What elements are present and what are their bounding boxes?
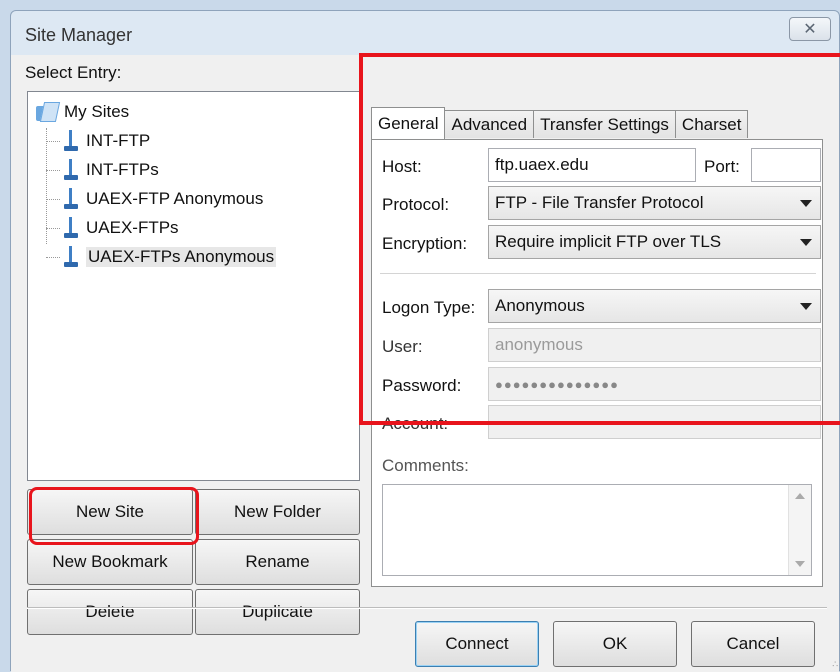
host-label: Host: — [382, 157, 422, 176]
tab-advanced[interactable]: Advanced — [444, 110, 535, 138]
user-value: anonymous — [495, 335, 583, 354]
protocol-label: Protocol: — [382, 195, 450, 214]
encryption-label: Encryption: — [382, 234, 468, 253]
tree-item-int-ftp[interactable]: INT-FTP — [46, 128, 150, 154]
host-value: ftp.uaex.edu — [495, 155, 589, 174]
general-tab-panel: Host: ftp.uaex.edu Port: Protocol: FTP -… — [371, 139, 823, 587]
tree-item-label: INT-FTPs — [86, 160, 159, 179]
scroll-down-icon[interactable] — [795, 561, 805, 567]
close-button[interactable]: ✕ — [789, 17, 831, 41]
tree-root-label: My Sites — [64, 102, 130, 121]
chevron-down-icon — [800, 239, 812, 246]
chevron-down-icon — [800, 200, 812, 207]
user-label: User: — [382, 337, 423, 356]
server-icon — [64, 217, 78, 239]
bottom-separator — [27, 607, 827, 609]
logon-type-select[interactable]: Anonymous — [488, 289, 821, 323]
duplicate-button[interactable]: Duplicate — [195, 589, 360, 635]
tree-item-label: UAEX-FTPs — [86, 218, 179, 237]
server-icon — [64, 130, 78, 152]
tab-transfer-settings[interactable]: Transfer Settings — [533, 110, 676, 138]
divider — [380, 273, 816, 274]
close-icon: ✕ — [803, 21, 817, 38]
encryption-value: Require implicit FTP over TLS — [495, 232, 722, 251]
new-folder-button[interactable]: New Folder — [195, 489, 360, 535]
site-tree[interactable]: My Sites INT-FTP INT-FTPs UAEX-FTP Anony… — [27, 91, 360, 481]
connect-button[interactable]: Connect — [415, 621, 539, 667]
comments-scrollbar[interactable] — [788, 485, 811, 575]
user-field[interactable]: anonymous — [488, 328, 821, 362]
account-label: Account: — [382, 414, 449, 433]
encryption-select[interactable]: Require implicit FTP over TLS — [488, 225, 821, 259]
protocol-value: FTP - File Transfer Protocol — [495, 193, 704, 212]
protocol-select[interactable]: FTP - File Transfer Protocol — [488, 186, 821, 220]
server-icon — [64, 188, 78, 210]
server-icon — [64, 246, 78, 268]
comments-label: Comments: — [382, 456, 469, 475]
tree-item-uaex-ftps-anonymous[interactable]: UAEX-FTPs Anonymous — [46, 244, 277, 270]
host-field[interactable]: ftp.uaex.edu — [488, 148, 696, 182]
site-settings-pane: General Advanced Transfer Settings Chars… — [363, 91, 827, 591]
delete-button[interactable]: Delete — [27, 589, 193, 635]
account-field[interactable] — [488, 405, 821, 439]
tab-general[interactable]: General — [371, 107, 446, 139]
rename-button[interactable]: Rename — [195, 539, 360, 585]
tab-strip: General Advanced Transfer Settings Chars… — [371, 107, 749, 139]
logon-type-value: Anonymous — [495, 296, 585, 315]
password-label: Password: — [382, 376, 462, 395]
tree-root-my-sites[interactable]: My Sites — [36, 102, 129, 122]
dialog-body: Select Entry: My Sites INT-FTP INT-FTPs … — [11, 55, 839, 672]
password-value: ●●●●●●●●●●●●●● — [495, 376, 619, 392]
tree-item-uaex-ftp-anonymous[interactable]: UAEX-FTP Anonymous — [46, 186, 263, 212]
new-site-highlight — [29, 487, 199, 545]
logon-type-label: Logon Type: — [382, 298, 476, 317]
site-manager-window: Site Manager ✕ Select Entry: My Sites IN… — [10, 10, 840, 672]
tree-item-label: INT-FTP — [86, 131, 151, 150]
scroll-up-icon[interactable] — [795, 493, 805, 499]
server-icon — [64, 159, 78, 181]
title-bar: Site Manager ✕ — [11, 11, 839, 51]
tree-item-uaex-ftps[interactable]: UAEX-FTPs — [46, 215, 179, 241]
new-bookmark-button[interactable]: New Bookmark — [27, 539, 193, 585]
window-title: Site Manager — [25, 25, 133, 45]
ok-button[interactable]: OK — [553, 621, 677, 667]
resize-grip-icon[interactable]: ∴ — [832, 659, 838, 670]
tab-charset[interactable]: Charset — [674, 110, 749, 138]
tree-item-int-ftps[interactable]: INT-FTPs — [46, 157, 159, 183]
tree-item-label: UAEX-FTPs Anonymous — [86, 247, 277, 267]
select-entry-label: Select Entry: — [25, 63, 122, 82]
comments-textarea[interactable] — [382, 484, 812, 576]
port-label: Port: — [704, 157, 740, 176]
chevron-down-icon — [800, 303, 812, 310]
password-field[interactable]: ●●●●●●●●●●●●●● — [488, 367, 821, 401]
cancel-button[interactable]: Cancel — [691, 621, 815, 667]
folder-icon — [36, 102, 61, 122]
port-field[interactable] — [751, 148, 821, 182]
tree-item-label: UAEX-FTP Anonymous — [86, 189, 264, 208]
